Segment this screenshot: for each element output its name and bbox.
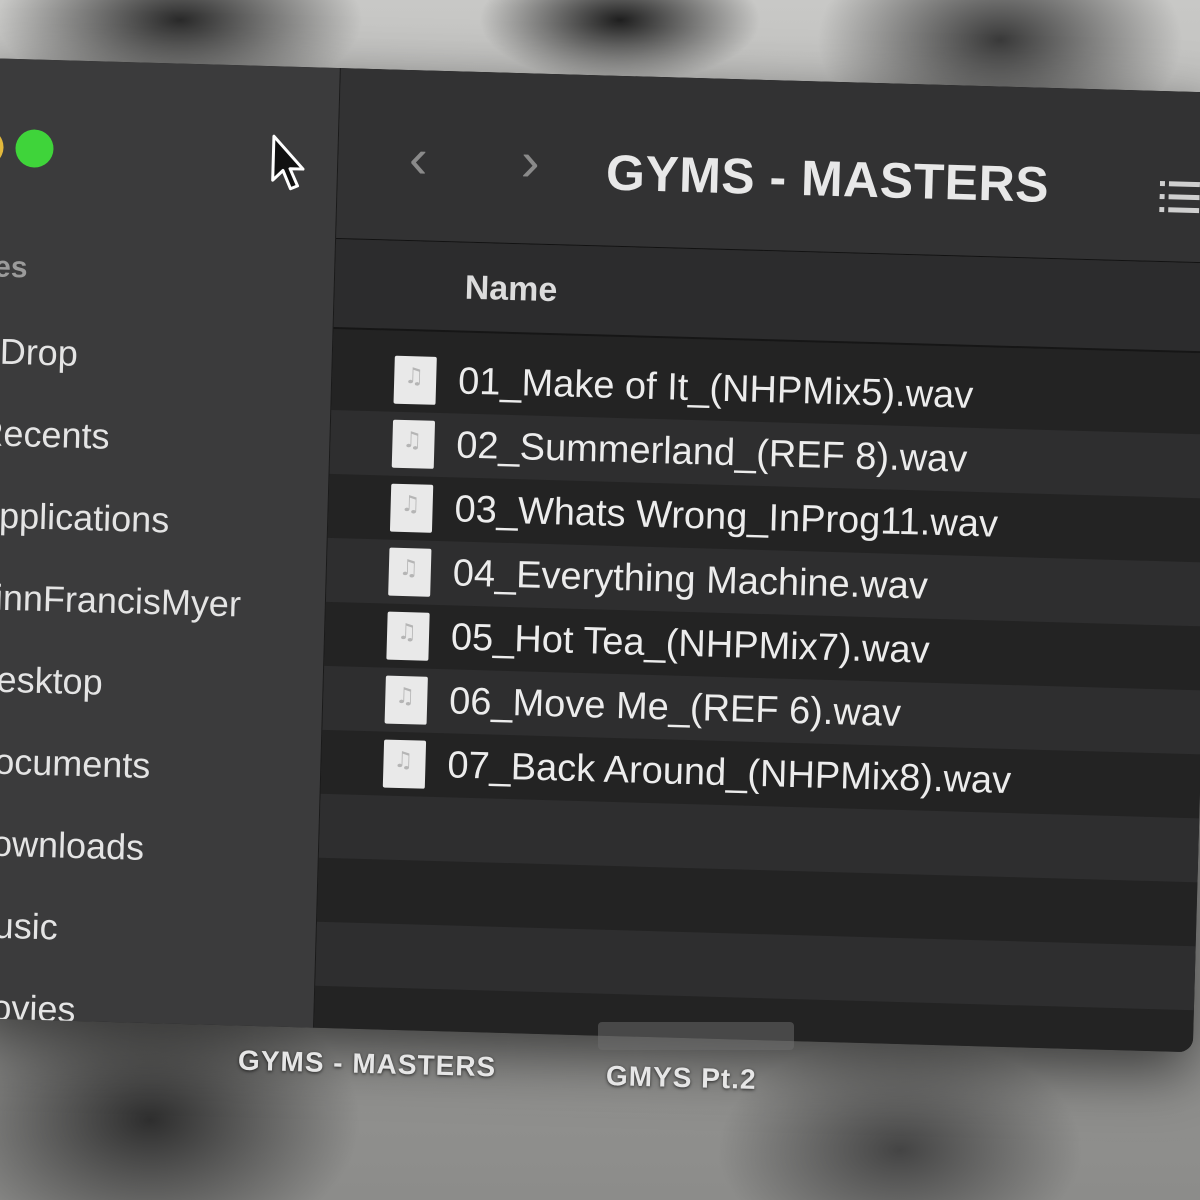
sidebar-item-recents[interactable]: Recents: [0, 392, 247, 481]
toolbar: ‹ › GYMS - MASTERS: [336, 68, 1200, 264]
audio-file-icon: [391, 419, 436, 469]
sidebar-item-label: Desktop: [0, 657, 104, 703]
minimize-button[interactable]: [0, 127, 5, 167]
sidebar-item-label: Documents: [0, 739, 151, 787]
sidebar-item-label: irDrop: [0, 330, 79, 374]
file-name: 04_Everything Machine.wav: [452, 551, 929, 608]
zoom-button[interactable]: [14, 129, 55, 169]
sidebar-item-airdrop[interactable]: irDrop: [0, 310, 249, 399]
desktop-folder-label[interactable]: GMYS Pt.2: [606, 1060, 757, 1096]
column-header-name[interactable]: Name: [464, 269, 558, 311]
sidebar-item-label: Music: [0, 903, 59, 948]
sidebar-item-label: Recents: [0, 412, 111, 457]
file-browser: ‹ › GYMS - MASTERS Name 01_Make of It_(N…: [311, 68, 1200, 1053]
sidebar-item-desktop[interactable]: Desktop: [0, 638, 240, 727]
sidebar-item-label: FinnFrancisMyer: [0, 576, 242, 625]
desktop-icons: GYMS - MASTERS GMYS Pt.2: [0, 1040, 1200, 1100]
back-button[interactable]: ‹: [398, 126, 440, 190]
window-controls: [0, 127, 55, 169]
chevron-left-icon: ‹: [408, 126, 429, 190]
file-name: 02_Summerland_(REF 8).wav: [455, 423, 968, 481]
audio-file-icon: [389, 483, 434, 533]
sidebar-item-applications[interactable]: Applications: [0, 474, 244, 563]
window-title: GYMS - MASTERS: [605, 144, 1050, 213]
sidebar-item-music[interactable]: Music: [0, 884, 233, 973]
desktop-folder-label[interactable]: GYMS - MASTERS: [238, 1045, 497, 1084]
audio-file-icon: [384, 675, 428, 725]
list-view-icon[interactable]: [1159, 177, 1200, 218]
sidebar-item-documents[interactable]: Documents: [0, 720, 237, 809]
sidebar-list: irDrop Recents Applications FinnFrancisM…: [0, 310, 249, 1052]
chevron-right-icon: ›: [520, 129, 541, 193]
file-name: 01_Make of It_(NHPMix5).wav: [457, 359, 974, 417]
audio-file-icon: [393, 355, 437, 405]
mouse-pointer-icon: [271, 134, 305, 191]
file-name: 05_Hot Tea_(NHPMix7).wav: [450, 615, 931, 672]
file-name: 03_Whats Wrong_InProg11.wav: [454, 487, 999, 546]
favorites-section-title: tes: [0, 250, 28, 285]
sidebar: tes irDrop Recents Applications FinnFran…: [0, 58, 341, 1030]
sidebar-item-label: Applications: [0, 494, 170, 541]
audio-file-icon: [382, 739, 427, 789]
finder-window: tes irDrop Recents Applications FinnFran…: [0, 58, 1200, 1053]
file-list: 01_Make of It_(NHPMix5).wav 02_Summerlan…: [311, 346, 1200, 1053]
audio-file-icon: [386, 611, 430, 661]
audio-file-icon: [388, 547, 432, 597]
forward-button[interactable]: ›: [509, 129, 551, 193]
sidebar-item-label: Downloads: [0, 821, 145, 868]
file-name: 06_Move Me_(REF 6).wav: [448, 679, 902, 735]
sidebar-item-home[interactable]: FinnFrancisMyer: [0, 556, 242, 645]
file-name: 07_Back Around_(NHPMix8).wav: [446, 743, 1012, 802]
sidebar-item-downloads[interactable]: Downloads: [0, 802, 235, 891]
